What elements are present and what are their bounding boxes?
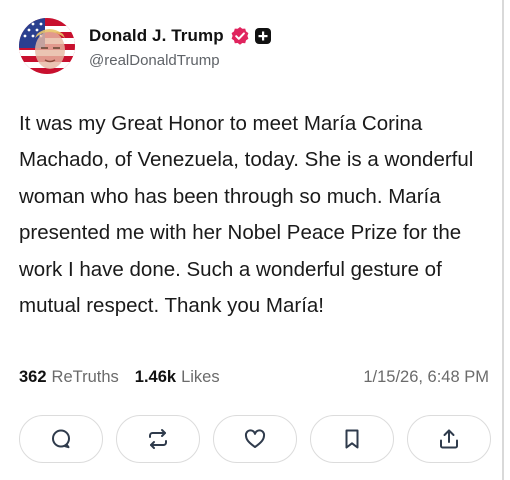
comment-button[interactable] [19, 415, 103, 463]
action-bar [19, 415, 491, 463]
name-row: Donald J. Trump [89, 24, 272, 48]
retruth-icon [149, 429, 167, 449]
post-header: Donald J. Trump @realDonaldTrump [19, 18, 272, 74]
likes-count: 1.46k [134, 368, 177, 386]
plus-badge-icon [254, 27, 272, 45]
like-icon [244, 429, 266, 448]
like-button[interactable] [213, 415, 297, 463]
author-handle[interactable]: @realDonaldTrump [89, 52, 272, 69]
likes-stat[interactable]: 1.46k Likes [135, 368, 220, 387]
post-text: It was my Great Honor to meet María Cori… [19, 112, 474, 318]
bookmark-button[interactable] [310, 415, 394, 463]
author-block: Donald J. Trump @realDonaldTrump [89, 24, 272, 69]
post-timestamp: 1/15/26, 6:48 PM [363, 368, 489, 386]
retruth-button[interactable] [116, 415, 200, 463]
bookmark-icon [345, 429, 359, 449]
comment-icon [52, 429, 70, 449]
share-button[interactable] [407, 415, 491, 463]
avatar-image [19, 18, 75, 74]
display-name[interactable]: Donald J. Trump [89, 26, 224, 46]
retruths-label: ReTruths [51, 368, 119, 386]
avatar[interactable] [19, 18, 75, 74]
retruths-stat[interactable]: 362 ReTruths [19, 368, 119, 387]
share-icon [440, 429, 458, 449]
post-card: Donald J. Trump @realDonaldTrump It was … [0, 0, 504, 480]
verified-badge-icon [230, 26, 250, 46]
likes-label: Likes [181, 368, 220, 386]
retruths-count: 362 [19, 368, 47, 386]
post-stats: 362 ReTruths 1.46k Likes 1/15/26, 6:48 PM [19, 368, 489, 387]
